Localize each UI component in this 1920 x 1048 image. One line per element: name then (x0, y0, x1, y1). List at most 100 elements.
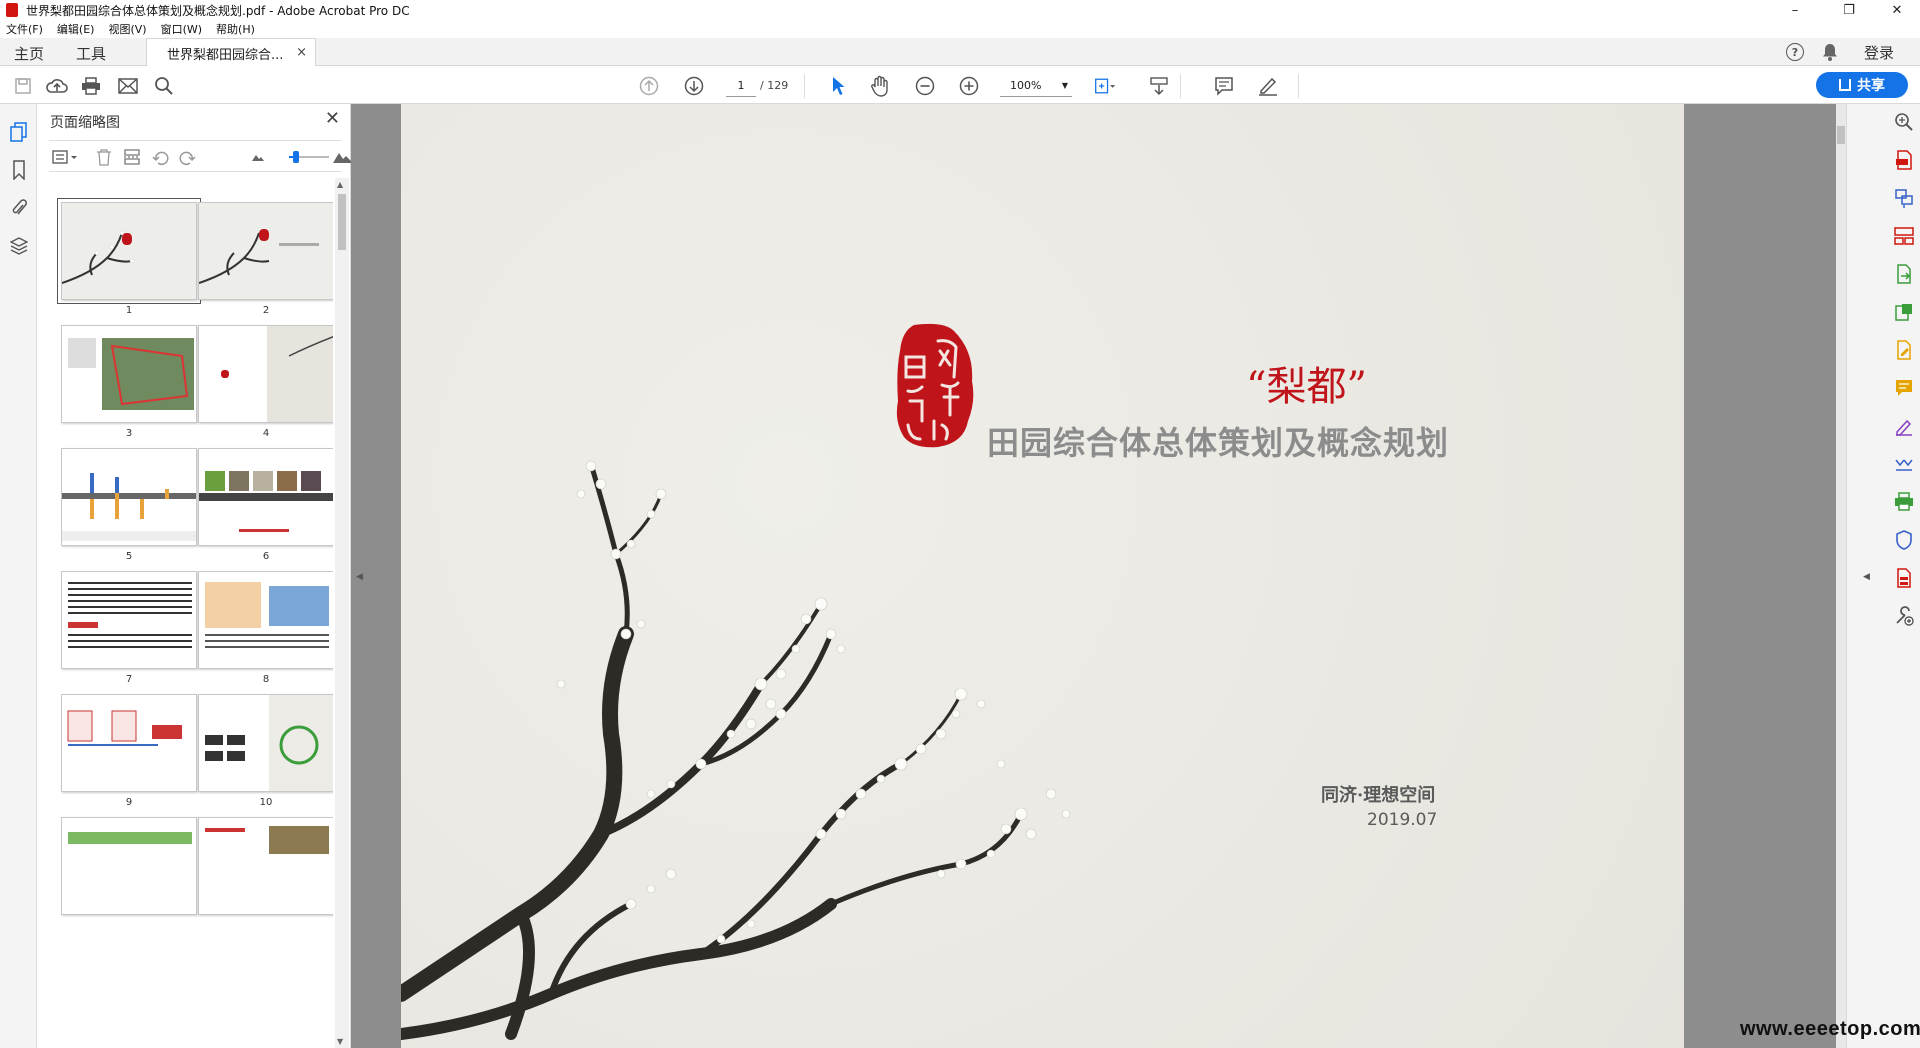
redact-icon[interactable] (1894, 568, 1914, 588)
menu-help[interactable]: 帮助(H) (216, 21, 255, 37)
fill-sign-icon[interactable] (1894, 340, 1914, 360)
thumbnail-image (61, 325, 197, 423)
thumbnail-page-3[interactable]: 3 (61, 325, 197, 439)
send-for-signature-icon[interactable] (1894, 416, 1914, 436)
print-production-icon[interactable] (1894, 492, 1914, 512)
zoom-select[interactable]: 100% ▼ (1000, 75, 1072, 97)
menu-view[interactable]: 视图(V) (108, 21, 146, 37)
thumbnail-page-1[interactable]: 1 (57, 198, 201, 316)
create-pdf-icon[interactable] (1894, 150, 1914, 170)
chevron-down-icon: ▼ (1061, 81, 1068, 90)
minimize-button[interactable]: – (1772, 0, 1818, 20)
red-seal-stamp (896, 323, 974, 448)
thumbnail-page-6[interactable]: 6 (198, 448, 333, 562)
menu-file[interactable]: 文件(F) (6, 21, 43, 37)
protect-shield-icon[interactable] (1894, 530, 1914, 550)
close-panel-button[interactable]: ✕ (325, 108, 340, 129)
delete-page-icon[interactable] (95, 148, 113, 166)
search-icon[interactable] (153, 75, 175, 97)
scroll-down-icon[interactable]: ▼ (337, 1037, 343, 1046)
menu-edit[interactable]: 编辑(E) (57, 21, 95, 37)
scroll-up-icon[interactable]: ▲ (337, 180, 343, 189)
scroll-mode-icon[interactable] (1148, 75, 1170, 97)
thumbnail-image (57, 198, 201, 304)
help-icon[interactable]: ? (1785, 43, 1804, 61)
thumbnail-page-7[interactable]: 7 (61, 571, 197, 685)
pdf-page: “梨都” 田园综合体总体策划及概念规划 同济·理想空间 2019.07 (401, 104, 1684, 1048)
rotate-right-icon[interactable] (179, 148, 197, 166)
page-total: / 129 (760, 79, 789, 92)
close-tab-button[interactable]: × (296, 45, 307, 60)
previous-page-icon[interactable] (638, 75, 660, 97)
bell-icon[interactable] (1822, 43, 1838, 61)
thumbnail-page-5[interactable]: 5 (61, 448, 197, 562)
slider-handle[interactable] (293, 151, 299, 163)
thumbnail-page-9[interactable]: 9 (61, 694, 197, 808)
certificates-icon[interactable] (1894, 454, 1914, 474)
fit-page-icon[interactable] (1094, 75, 1116, 97)
zoom-out-icon[interactable] (914, 75, 936, 97)
thumbnail-page-2[interactable]: 2 (198, 202, 333, 316)
thumbnail-image (61, 817, 197, 915)
toolbar-divider (804, 74, 805, 98)
scrollbar-thumb[interactable] (338, 194, 346, 250)
thumbnail-size-slider[interactable] (289, 151, 329, 163)
save-icon[interactable] (12, 75, 34, 97)
plum-branch-illustration (401, 460, 1071, 1040)
tab-home[interactable]: 主页 (14, 43, 44, 64)
scrollbar-thumb[interactable] (1837, 126, 1845, 144)
highlight-pen-icon[interactable] (1257, 75, 1279, 97)
share-button[interactable]: 共享 (1816, 72, 1908, 98)
tab-document[interactable]: 世界梨都田园综合... × (146, 38, 316, 67)
thumbnail-image (198, 817, 333, 915)
page-thumbnails-icon[interactable] (10, 122, 28, 142)
zoom-tool-icon[interactable] (1894, 112, 1914, 132)
select-cursor-icon[interactable] (827, 75, 849, 97)
panel-title: 页面缩略图 (50, 115, 120, 131)
tab-tools[interactable]: 工具 (76, 43, 106, 64)
attachment-icon[interactable] (10, 198, 28, 218)
menu-window[interactable]: 窗口(W) (161, 21, 202, 37)
menu-bar: 文件(F) 编辑(E) 视图(V) 窗口(W) 帮助(H) (0, 20, 1920, 38)
more-tools-icon[interactable] (1894, 606, 1914, 626)
comment-tool-icon[interactable] (1894, 378, 1914, 398)
hand-tool-icon[interactable] (869, 75, 891, 97)
document-scrollbar[interactable] (1836, 104, 1846, 1048)
comment-icon[interactable] (1213, 75, 1235, 97)
thumbnail-page-8[interactable]: 8 (198, 571, 333, 685)
thumbnail-options-icon[interactable] (51, 148, 79, 166)
organize-pages-icon[interactable] (1894, 226, 1914, 246)
thumbnail-panel: 页面缩略图 ✕ 1 2 3 4 5 6 7 8 9 10 ▲ ▼ (37, 104, 353, 1048)
thumbnail-page-11[interactable] (61, 817, 197, 915)
print-icon[interactable] (80, 75, 102, 97)
page-number-input[interactable]: 1 (726, 75, 756, 97)
thumbnail-smaller-icon[interactable] (249, 148, 267, 166)
zoom-in-icon[interactable] (958, 75, 980, 97)
collapse-left-panel-icon[interactable]: ◀ (356, 572, 363, 582)
edit-pdf-icon[interactable] (1894, 302, 1914, 322)
tab-bar: 主页 工具 世界梨都田园综合... × ? 登录 (0, 38, 1920, 67)
document-viewport[interactable]: ◀ “梨都” 田园综合体总体策划及概念规划 同济·理想空间 2019.07 (351, 104, 1846, 1048)
thumbnail-image (61, 571, 197, 669)
thumbnail-scrollbar[interactable]: ▲ ▼ (335, 178, 349, 1048)
rotate-left-icon[interactable] (151, 148, 169, 166)
export-pdf-icon[interactable] (1894, 264, 1914, 284)
insert-page-icon[interactable] (123, 148, 141, 166)
upload-cloud-icon[interactable] (46, 75, 68, 97)
next-page-icon[interactable] (683, 75, 705, 97)
thumbnail-page-12[interactable] (198, 817, 333, 915)
bookmark-icon[interactable] (10, 160, 28, 180)
right-tools-rail: ◀ (1846, 104, 1920, 1048)
layers-icon[interactable] (10, 236, 28, 256)
maximize-button[interactable]: ❐ (1826, 0, 1872, 20)
window-title: 世界梨都田园综合体总体策划及概念规划.pdf - Adobe Acrobat P… (26, 3, 410, 18)
email-icon[interactable] (117, 75, 139, 97)
login-link[interactable]: 登录 (1864, 42, 1894, 63)
toolbar-divider (1298, 74, 1299, 98)
document-title-highlight: “梨都” (1246, 364, 1367, 410)
thumbnail-page-10[interactable]: 10 (198, 694, 333, 808)
close-window-button[interactable]: ✕ (1874, 0, 1920, 20)
combine-files-icon[interactable] (1894, 188, 1914, 208)
thumbnail-page-4[interactable]: 4 (198, 325, 333, 439)
collapse-right-panel-icon[interactable]: ◀ (1863, 572, 1870, 582)
